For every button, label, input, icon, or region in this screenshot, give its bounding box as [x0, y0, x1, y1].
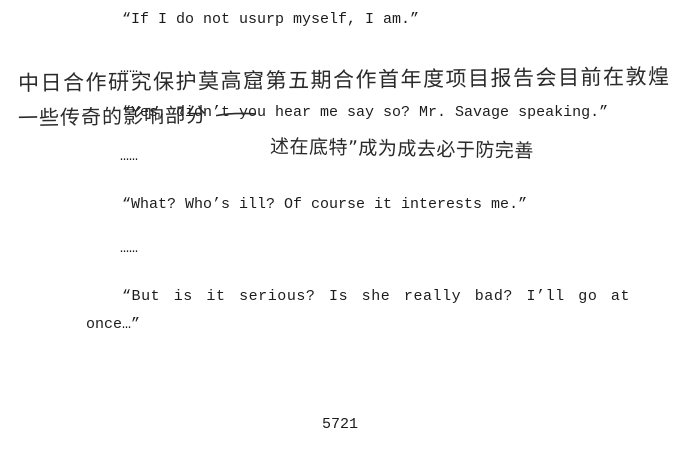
- dialogue-line-4-continued: once…”: [86, 316, 141, 333]
- handwritten-annotation-1: 中日合作研究保护莫高窟第五期合作首年度项目报告会目前在敦煌: [17, 64, 671, 96]
- ellipsis-line-3: ……: [120, 240, 139, 257]
- handwritten-dash-stroke: [216, 112, 257, 117]
- document-page: “If I do not usurp myself, I am.” …… “Ye…: [0, 0, 680, 467]
- dialogue-line-3: “What? Who’s ill? Of course it interests…: [122, 196, 528, 213]
- handwritten-annotation-3: 述在底特”成为成去必于防完善: [269, 135, 535, 163]
- dialogue-line-4: “But is it serious? Is she really bad? I…: [122, 288, 631, 305]
- page-number: 5721: [322, 416, 359, 433]
- handwritten-annotation-2: 一些传奇的影响部分: [18, 98, 259, 131]
- dialogue-line-1: “If I do not usurp myself, I am.”: [122, 11, 420, 28]
- ellipsis-line-2: ……: [120, 148, 139, 165]
- handwritten-annotation-2-text: 一些传奇的影响部分: [17, 102, 208, 131]
